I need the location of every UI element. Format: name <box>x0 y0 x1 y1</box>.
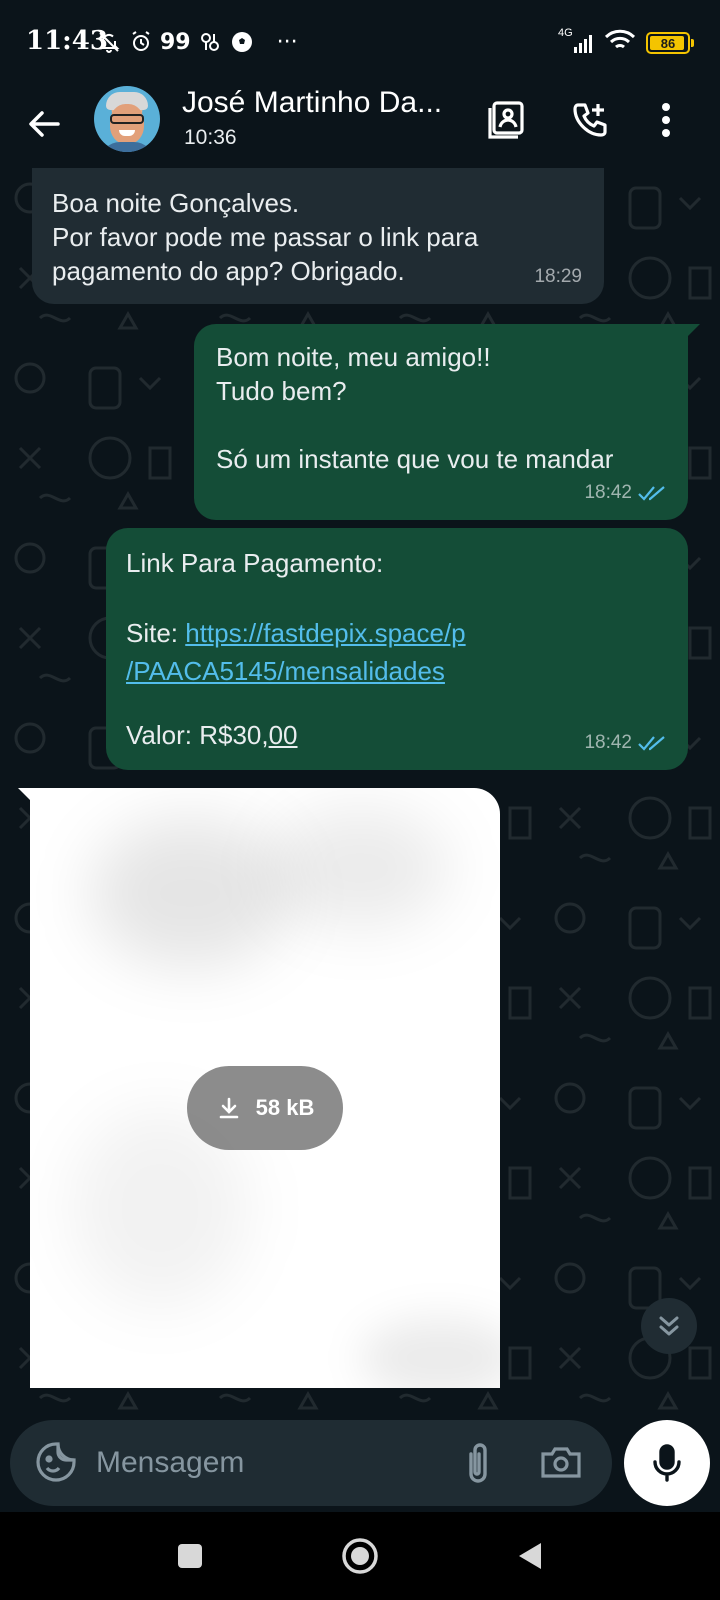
contact-name[interactable]: José Martinho Da... <box>182 86 462 120</box>
message-text: Bom noite, meu amigo!! Tudo bem? Só um i… <box>216 342 614 474</box>
payment-link[interactable]: https://fastdepix.space/p <box>185 618 465 648</box>
battery-level: 86 <box>660 35 676 51</box>
download-button[interactable]: 58 kB <box>187 1066 343 1150</box>
read-ticks-icon <box>638 486 665 501</box>
more-notifs: ··· <box>276 29 298 55</box>
outgoing-link-message[interactable]: Link Para Pagamento: Site: https://fastd… <box>106 528 688 770</box>
battery-icon: 86 <box>646 32 694 54</box>
app-notif-icon <box>197 29 223 55</box>
value-line: Valor: R$30,00 <box>126 718 298 752</box>
add-call-icon[interactable] <box>568 98 612 142</box>
site-label: Site: <box>126 618 186 648</box>
incoming-message[interactable]: Boa noite Gonçalves. Por favor pode me p… <box>32 168 604 304</box>
mic-icon <box>653 1444 681 1482</box>
status-icons-left: 99 ··· <box>96 26 298 58</box>
read-ticks-icon <box>638 736 665 751</box>
home-icon[interactable] <box>336 1532 384 1580</box>
avatar[interactable] <box>94 86 160 152</box>
soccer-ball-icon <box>229 29 255 55</box>
more-vert-icon[interactable] <box>644 98 688 142</box>
chat-area[interactable]: Boa noite Gonçalves. Por favor pode me p… <box>0 168 720 1508</box>
bubble-tail <box>686 324 700 338</box>
system-nav-bar <box>0 1512 720 1600</box>
network-type: 4G <box>558 27 573 39</box>
mic-button[interactable] <box>624 1420 710 1506</box>
back-arrow-icon[interactable] <box>24 104 64 144</box>
wifi-icon <box>604 29 636 58</box>
attach-icon[interactable] <box>456 1440 500 1486</box>
scroll-down-button[interactable] <box>641 1298 697 1354</box>
alarm-icon <box>128 29 154 55</box>
last-seen[interactable]: 10:36 <box>184 126 237 150</box>
status-right: 4G 86 <box>558 27 694 58</box>
double-chevron-down-icon <box>659 1316 679 1336</box>
notif-count: 99 <box>160 29 191 55</box>
compose-bar <box>10 1420 612 1506</box>
message-time: 18:42 <box>584 726 666 760</box>
link-title: Link Para Pagamento: <box>126 548 384 578</box>
time-label: 18:42 <box>584 732 632 753</box>
camera-icon[interactable] <box>538 1440 584 1484</box>
payment-link-cont[interactable]: /PAACA5145/mensalidades <box>126 656 445 686</box>
chat-header: José Martinho Da... 10:36 <box>0 84 720 168</box>
sticker-icon[interactable] <box>34 1440 78 1484</box>
time-label: 18:42 <box>584 482 632 503</box>
message-time: 18:29 <box>534 260 582 294</box>
site-block: Site: https://fastdepix.space/p /PAACA51… <box>126 614 466 690</box>
back-nav-icon[interactable] <box>506 1532 554 1580</box>
contact-card-icon[interactable] <box>484 98 528 142</box>
status-bar: 11:43 99 ··· 4G 86 <box>0 0 720 84</box>
message-time: 18:42 <box>584 476 666 510</box>
recents-icon[interactable] <box>166 1532 214 1580</box>
time-label: 18:29 <box>534 266 582 287</box>
value-cents[interactable]: 00 <box>269 720 298 750</box>
signal-icon: 4G <box>558 27 594 55</box>
download-icon <box>219 1097 238 1119</box>
message-text: Boa noite Gonçalves. Por favor pode me p… <box>52 188 479 286</box>
bell-off-icon <box>96 29 122 55</box>
message-input[interactable] <box>96 1438 446 1488</box>
download-size: 58 kB <box>255 1095 315 1120</box>
value-prefix: Valor: R$30, <box>126 720 269 750</box>
outgoing-message[interactable]: Bom noite, meu amigo!! Tudo bem? Só um i… <box>194 324 688 520</box>
